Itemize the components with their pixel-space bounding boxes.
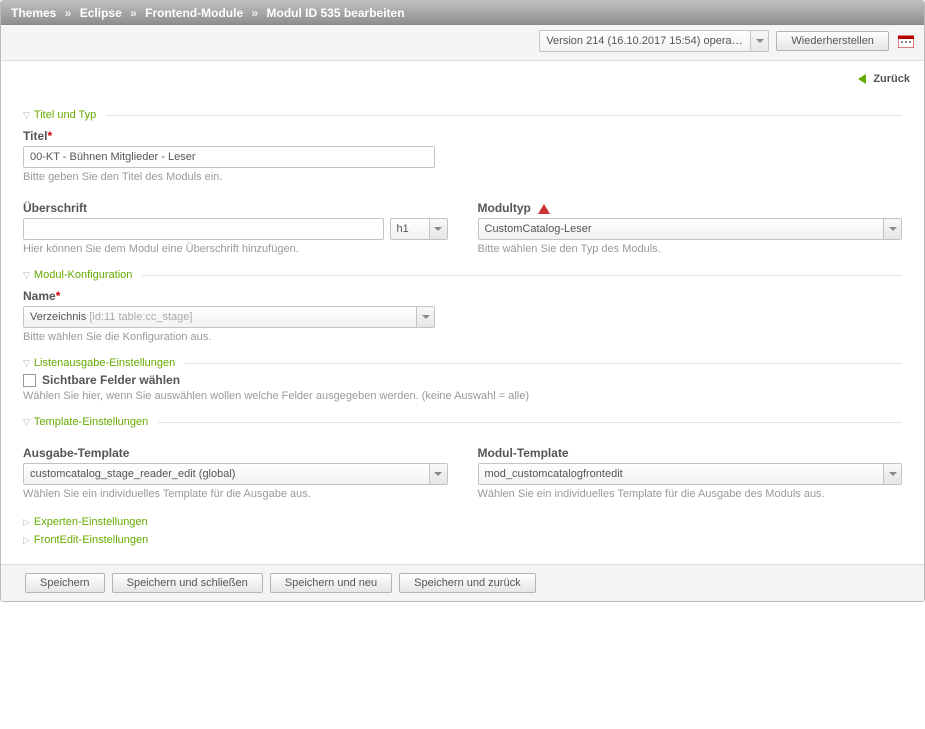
- modultyp-label: Modultyp: [478, 201, 903, 215]
- ausgabe-template-value: customcatalog_stage_reader_edit (global): [24, 468, 429, 480]
- name-hint: Bitte wählen Sie die Konfiguration aus.: [23, 331, 435, 343]
- chevron-down-icon: [883, 464, 901, 484]
- back-row: Zurück: [1, 61, 924, 89]
- breadcrumb-separator: »: [125, 6, 142, 20]
- chevron-down-icon: [429, 219, 447, 239]
- ausgabe-template-label: Ausgabe-Template: [23, 446, 448, 460]
- heading-level-select[interactable]: h1: [390, 218, 448, 240]
- breadcrumb-item[interactable]: Frontend-Module: [145, 6, 243, 20]
- triangle-down-icon: ▽: [23, 417, 30, 428]
- footer: Speichern Speichern und schließen Speich…: [1, 564, 924, 601]
- breadcrumb-separator: »: [60, 6, 77, 20]
- legend-divider: [142, 275, 902, 276]
- restore-button[interactable]: Wiederherstellen: [776, 31, 889, 51]
- legend-experten[interactable]: ▷ Experten-Einstellungen: [23, 516, 902, 528]
- legend-label: Template-Einstellungen: [34, 416, 148, 428]
- ueberschrift-label: Überschrift: [23, 201, 448, 215]
- titel-hint: Bitte geben Sie den Titel des Moduls ein…: [23, 171, 435, 183]
- breadcrumb-separator: »: [246, 6, 263, 20]
- legend-label: Modul-Konfiguration: [34, 269, 132, 281]
- legend-listenausgabe[interactable]: ▽ Listenausgabe-Einstellungen: [23, 357, 902, 369]
- modultyp-hint: Bitte wählen Sie den Typ des Moduls.: [478, 243, 903, 255]
- legend-label: FrontEdit-Einstellungen: [34, 534, 148, 546]
- form-body: ▽ Titel und Typ Titel* Bitte geben Sie d…: [1, 89, 924, 564]
- triangle-right-icon: ▷: [23, 535, 30, 546]
- sichtbare-felder-hint: Wählen Sie hier, wenn Sie auswählen woll…: [23, 390, 902, 402]
- required-mark: *: [56, 289, 61, 303]
- chevron-down-icon: [416, 307, 434, 327]
- sichtbare-felder-label: Sichtbare Felder wählen: [42, 373, 180, 387]
- modultyp-value: CustomCatalog-Leser: [479, 223, 884, 235]
- calendar-icon[interactable]: [898, 34, 914, 48]
- legend-label: Experten-Einstellungen: [34, 516, 148, 528]
- name-label: Name*: [23, 289, 435, 303]
- legend-divider: [158, 422, 902, 423]
- heading-level-value: h1: [391, 223, 429, 235]
- breadcrumb-item[interactable]: Themes: [11, 6, 56, 20]
- version-select[interactable]: Version 214 (16.10.2017 15:54) operator: [539, 30, 769, 52]
- legend-template[interactable]: ▽ Template-Einstellungen: [23, 416, 902, 428]
- modultyp-select[interactable]: CustomCatalog-Leser: [478, 218, 903, 240]
- warning-icon: [538, 204, 550, 214]
- modul-template-select[interactable]: mod_customcatalogfrontedit: [478, 463, 903, 485]
- modul-template-value: mod_customcatalogfrontedit: [479, 468, 884, 480]
- back-label: Zurück: [873, 73, 910, 85]
- legend-label: Titel und Typ: [34, 109, 96, 121]
- legend-divider: [106, 115, 902, 116]
- save-close-button[interactable]: Speichern und schließen: [112, 573, 263, 593]
- breadcrumb-item[interactable]: Eclipse: [80, 6, 122, 20]
- triangle-down-icon: ▽: [23, 358, 30, 369]
- triangle-down-icon: ▽: [23, 110, 30, 121]
- modul-template-label: Modul-Template: [478, 446, 903, 460]
- save-button[interactable]: Speichern: [25, 573, 105, 593]
- modul-template-hint: Wählen Sie ein individuelles Template fü…: [478, 488, 903, 500]
- chevron-down-icon: [750, 31, 768, 51]
- required-mark: *: [47, 129, 52, 143]
- version-select-value: Version 214 (16.10.2017 15:54) operator: [540, 35, 750, 47]
- titel-label: Titel*: [23, 129, 435, 143]
- legend-title-type[interactable]: ▽ Titel und Typ: [23, 109, 902, 121]
- breadcrumb-item: Modul ID 535 bearbeiten: [267, 6, 405, 20]
- triangle-down-icon: ▽: [23, 270, 30, 281]
- app-window: Themes » Eclipse » Frontend-Module » Mod…: [0, 0, 925, 602]
- chevron-down-icon: [429, 464, 447, 484]
- sichtbare-felder-checkbox[interactable]: [23, 374, 36, 387]
- chevron-down-icon: [883, 219, 901, 239]
- save-back-button[interactable]: Speichern und zurück: [399, 573, 535, 593]
- legend-divider: [185, 363, 902, 364]
- legend-modul-konfig[interactable]: ▽ Modul-Konfiguration: [23, 269, 902, 281]
- ueberschrift-hint: Hier können Sie dem Modul eine Überschri…: [23, 243, 448, 255]
- triangle-right-icon: ▷: [23, 517, 30, 528]
- name-select[interactable]: Verzeichnis [id:11 table:cc_stage]: [23, 306, 435, 328]
- breadcrumb: Themes » Eclipse » Frontend-Module » Mod…: [1, 1, 924, 25]
- save-new-button[interactable]: Speichern und neu: [270, 573, 392, 593]
- legend-label: Listenausgabe-Einstellungen: [34, 357, 175, 369]
- ueberschrift-input[interactable]: [23, 218, 384, 240]
- back-link[interactable]: Zurück: [858, 73, 910, 85]
- ausgabe-template-hint: Wählen Sie ein individuelles Template fü…: [23, 488, 448, 500]
- name-value: Verzeichnis [id:11 table:cc_stage]: [24, 311, 416, 323]
- titel-input[interactable]: [23, 146, 435, 168]
- arrow-left-icon: [858, 74, 866, 84]
- ausgabe-template-select[interactable]: customcatalog_stage_reader_edit (global): [23, 463, 448, 485]
- legend-frontedit[interactable]: ▷ FrontEdit-Einstellungen: [23, 534, 902, 546]
- version-bar: Version 214 (16.10.2017 15:54) operator …: [1, 25, 924, 61]
